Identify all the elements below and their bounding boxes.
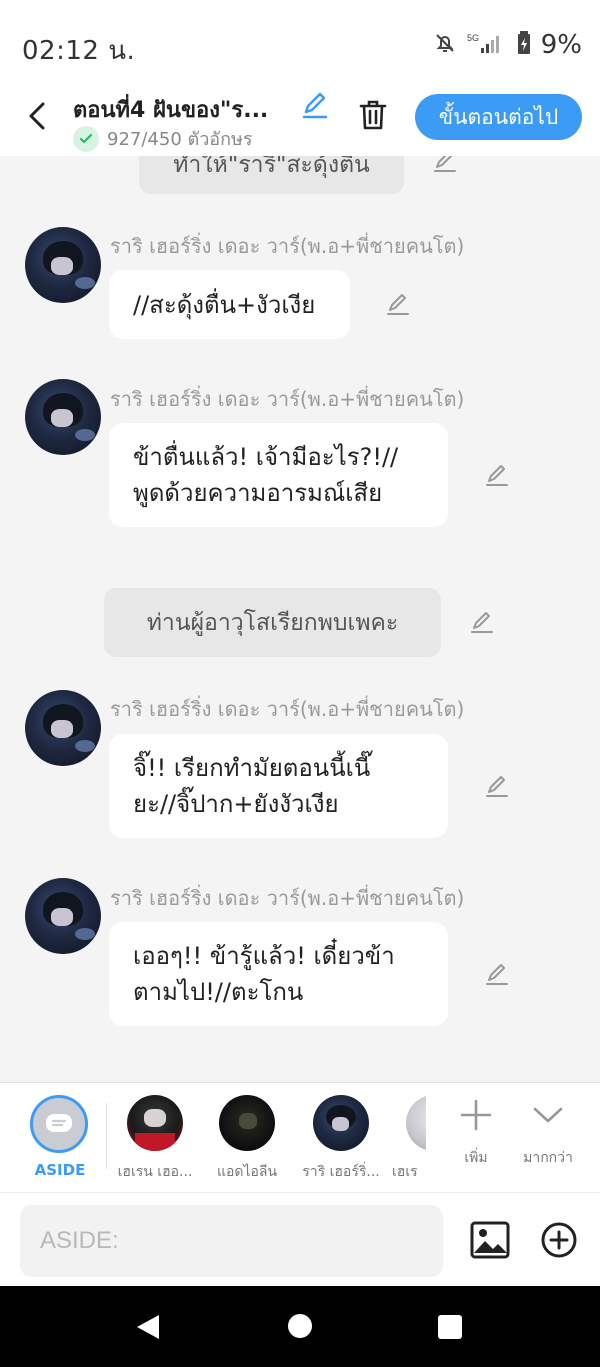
- character-name: ราริ เฮอร์ริ่...: [302, 1164, 380, 1180]
- message-bubble[interactable]: เออๆ!! ข้ารู้แล้ว! เดี๋ยวข้า ตามไป!//ตะโ…: [109, 922, 448, 1026]
- next-step-button[interactable]: ขั้นตอนต่อไป: [415, 94, 582, 140]
- speaker-name: ราริ เฮอร์ริ่ง เดอะ วาร์(พ.อ+พี่ชายคนโต): [110, 697, 465, 721]
- add-character-button[interactable]: เพิ่ม: [456, 1095, 496, 1169]
- edit-message-button[interactable]: [385, 291, 411, 321]
- add-content-button[interactable]: [540, 1221, 578, 1263]
- status-icons: 5G 9%: [433, 30, 582, 60]
- pencil-icon: [486, 465, 508, 486]
- aside-selector[interactable]: ASIDE: [30, 1095, 90, 1179]
- narration-bubble[interactable]: ทำให้"ราริ"สะดุ้งตื่น: [139, 156, 404, 194]
- message-text: เออๆ!! ข้ารู้แล้ว! เดี๋ยวข้า ตามไป!//ตะโ…: [133, 942, 395, 1006]
- character-item[interactable]: แอดไอลีน: [202, 1095, 292, 1183]
- char-count: 927/450 ตัวอักษร: [107, 129, 253, 150]
- comment-icon: [46, 1114, 72, 1132]
- story-chat[interactable]: ทำให้"ราริ"สะดุ้งตื่น ราริ เฮอร์ริ่ง เดอ…: [0, 156, 600, 1082]
- compose-bar: [0, 1192, 600, 1286]
- episode-title: ตอนที่4 ฝันของ"ร...: [73, 98, 269, 123]
- check-icon: [73, 125, 99, 152]
- back-triangle-icon: [137, 1315, 159, 1339]
- aside-avatar: [30, 1095, 88, 1153]
- avatar[interactable]: [25, 878, 101, 954]
- speaker-name: ราริ เฮอร์ริ่ง เดอะ วาร์(พ.อ+พี่ชายคนโต): [110, 387, 465, 411]
- message-bubble[interactable]: ข้าตื่นแล้ว! เจ้ามีอะไร?!// พูดด้วยความอ…: [109, 423, 448, 527]
- bell-off-icon: [433, 31, 457, 59]
- edit-title-button[interactable]: [300, 90, 330, 124]
- back-button[interactable]: [22, 98, 52, 134]
- avatar[interactable]: [25, 690, 101, 766]
- aside-label: ASIDE: [34, 1161, 86, 1179]
- character-name: เฮเรน เฮอ...: [117, 1164, 193, 1180]
- aside-input[interactable]: [20, 1205, 443, 1277]
- more-label: มากกว่า: [523, 1150, 573, 1166]
- character-item[interactable]: เฮเร: [392, 1095, 426, 1183]
- character-selector: ASIDE เฮเรน เฮอ... แอดไอลีน ราริ เฮอร์ริ…: [0, 1082, 600, 1192]
- nav-back-button[interactable]: [135, 1313, 161, 1345]
- add-label: เพิ่ม: [464, 1150, 488, 1166]
- plus-icon: [460, 1099, 492, 1131]
- insert-image-button[interactable]: [470, 1221, 510, 1263]
- message-text: //สะดุ้งตื่น+งัวเงีย: [133, 290, 316, 319]
- editor-header: ตอนที่4 ฝันของ"ร... 927/450 ตัวอักษร ขั้…: [0, 84, 600, 156]
- edit-message-button[interactable]: [432, 156, 458, 178]
- status-bar: 02:12 น. 5G 9%: [0, 0, 600, 84]
- message-bubble[interactable]: จิ๊!! เรียกทำมัยตอนนี้เนี๊ ยะ//จิ๊ปาก+ยั…: [109, 734, 448, 838]
- message-text: ข้าตื่นแล้ว! เจ้ามีอะไร?!// พูดด้วยความอ…: [133, 443, 399, 507]
- character-item[interactable]: เฮเรน เฮอ...: [110, 1095, 200, 1183]
- character-name: เฮเร: [392, 1164, 418, 1180]
- nav-home-button[interactable]: [288, 1314, 312, 1338]
- trash-icon: [359, 100, 387, 130]
- character-avatar: [313, 1095, 369, 1151]
- status-time: 02:12 น.: [22, 36, 136, 66]
- character-avatar: [219, 1095, 275, 1151]
- message-text: จิ๊!! เรียกทำมัยตอนนี้เนี๊ ยะ//จิ๊ปาก+ยั…: [133, 754, 371, 818]
- character-name: แอดไอลีน: [216, 1164, 278, 1180]
- network-type: 5G: [467, 33, 479, 43]
- speaker-name: ราริ เฮอร์ริ่ง เดอะ วาร์(พ.อ+พี่ชายคนโต): [110, 234, 465, 258]
- pencil-icon: [486, 964, 508, 985]
- narration-text: ทำให้"ราริ"สะดุ้งตื่น: [173, 156, 370, 178]
- signal-icon: 5G: [467, 31, 507, 59]
- pencil-icon: [434, 156, 456, 172]
- divider: [106, 1103, 107, 1169]
- message-bubble[interactable]: //สะดุ้งตื่น+งัวเงีย: [109, 270, 350, 339]
- edit-message-button[interactable]: [484, 961, 510, 991]
- battery-icon: [517, 31, 531, 59]
- character-item[interactable]: ราริ เฮอร์ริ่...: [296, 1095, 386, 1183]
- narration-bubble[interactable]: ท่านผู้อาวุโสเรียกพบเพคะ: [104, 588, 441, 657]
- system-nav-bar: [0, 1286, 600, 1367]
- avatar[interactable]: [25, 379, 101, 455]
- battery-percent: 9%: [540, 30, 582, 60]
- chevron-left-icon: [29, 102, 45, 130]
- chevron-down-icon: [533, 1107, 563, 1123]
- more-button[interactable]: มากกว่า: [518, 1095, 578, 1169]
- char-count-row: 927/450 ตัวอักษร: [73, 124, 253, 153]
- edit-message-button[interactable]: [484, 773, 510, 803]
- narration-text: ท่านผู้อาวุโสเรียกพบเพคะ: [146, 609, 399, 636]
- character-avatar: [406, 1095, 426, 1151]
- image-icon: [470, 1221, 510, 1259]
- nav-recents-button[interactable]: [438, 1315, 462, 1339]
- edit-message-button[interactable]: [484, 462, 510, 492]
- delete-button[interactable]: [356, 98, 390, 136]
- speaker-name: ราริ เฮอร์ริ่ง เดอะ วาร์(พ.อ+พี่ชายคนโต): [110, 886, 465, 910]
- edit-message-button[interactable]: [469, 609, 495, 639]
- pencil-icon: [486, 776, 508, 797]
- character-avatar: [127, 1095, 183, 1151]
- pencil-icon: [387, 294, 409, 315]
- avatar[interactable]: [25, 227, 101, 303]
- plus-circle-icon: [541, 1222, 577, 1258]
- pencil-icon: [302, 92, 328, 119]
- pencil-icon: [471, 612, 493, 633]
